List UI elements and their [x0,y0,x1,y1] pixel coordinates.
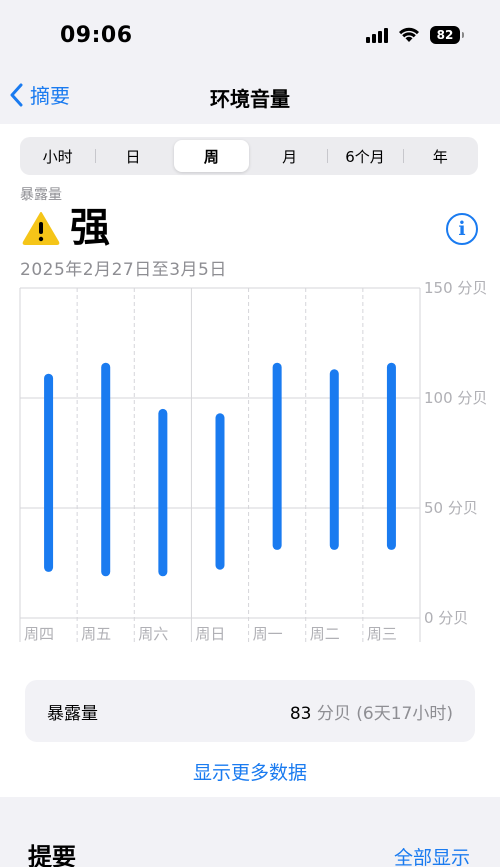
summary-value-group: 83 分贝 (6天17小时) [290,699,453,724]
exposure-level: 强 [70,205,110,251]
page-title: 环境音量 [210,87,290,111]
segment-6-months[interactable]: 6个月 [327,140,402,172]
date-range: 2025年2月27日至3月5日 [20,260,227,280]
exposure-chart: 150 分贝 100 分贝 50 分贝 0 分贝周四 周五 周六 周日 周一 周二 周三 [19,279,487,643]
highlights-title: 提要 [28,843,76,867]
summary-unit-detail: 分贝 (6天17小时) [316,703,453,724]
battery-icon: 82 [430,26,464,44]
x-tick-label: 周二 [310,625,340,643]
cellular-signal-icon [366,27,388,43]
metric-label: 暴露量 [20,187,62,203]
x-tick-label: 周四 [24,625,54,643]
time-range-segmented-control: 小时 日 周 月 6个月 年 [20,137,478,175]
header-area: 09:06 82 摘要 环境音量 [0,0,500,124]
status-time: 09:06 [60,23,133,48]
x-tick-label: 周一 [253,625,283,643]
segment-day[interactable]: 日 [95,140,170,172]
y-tick-label: 100 分贝 [424,389,487,407]
highlights-section: 提要 全部显示 [0,797,500,867]
y-tick-label: 150 分贝 [424,279,487,297]
x-tick-label: 周日 [195,625,225,643]
warning-triangle-icon [22,212,60,245]
show-all-link[interactable]: 全部显示 [394,843,470,867]
exposure-level-row: 强 [22,206,110,250]
summary-value: 83 [289,703,312,724]
y-tick-label: 0 分贝 [424,609,468,627]
info-circle-icon[interactable]: i [446,213,478,245]
x-tick-label: 周三 [367,625,397,643]
status-icons: 82 [366,26,464,44]
x-tick-label: 周五 [81,625,111,643]
x-tick-label: 周六 [138,625,168,643]
segment-year[interactable]: 年 [402,140,478,172]
segment-week[interactable]: 周 [173,140,249,172]
summary-label: 暴露量 [47,703,98,724]
segment-hour[interactable]: 小时 [20,140,95,172]
segment-month[interactable]: 月 [252,140,327,172]
summary-card[interactable]: 暴露量 83 分贝 (6天17小时) [25,680,475,742]
y-tick-label: 50 分贝 [424,499,478,517]
show-more-data-link[interactable]: 显示更多数据 [0,758,500,785]
wifi-icon [399,27,419,42]
